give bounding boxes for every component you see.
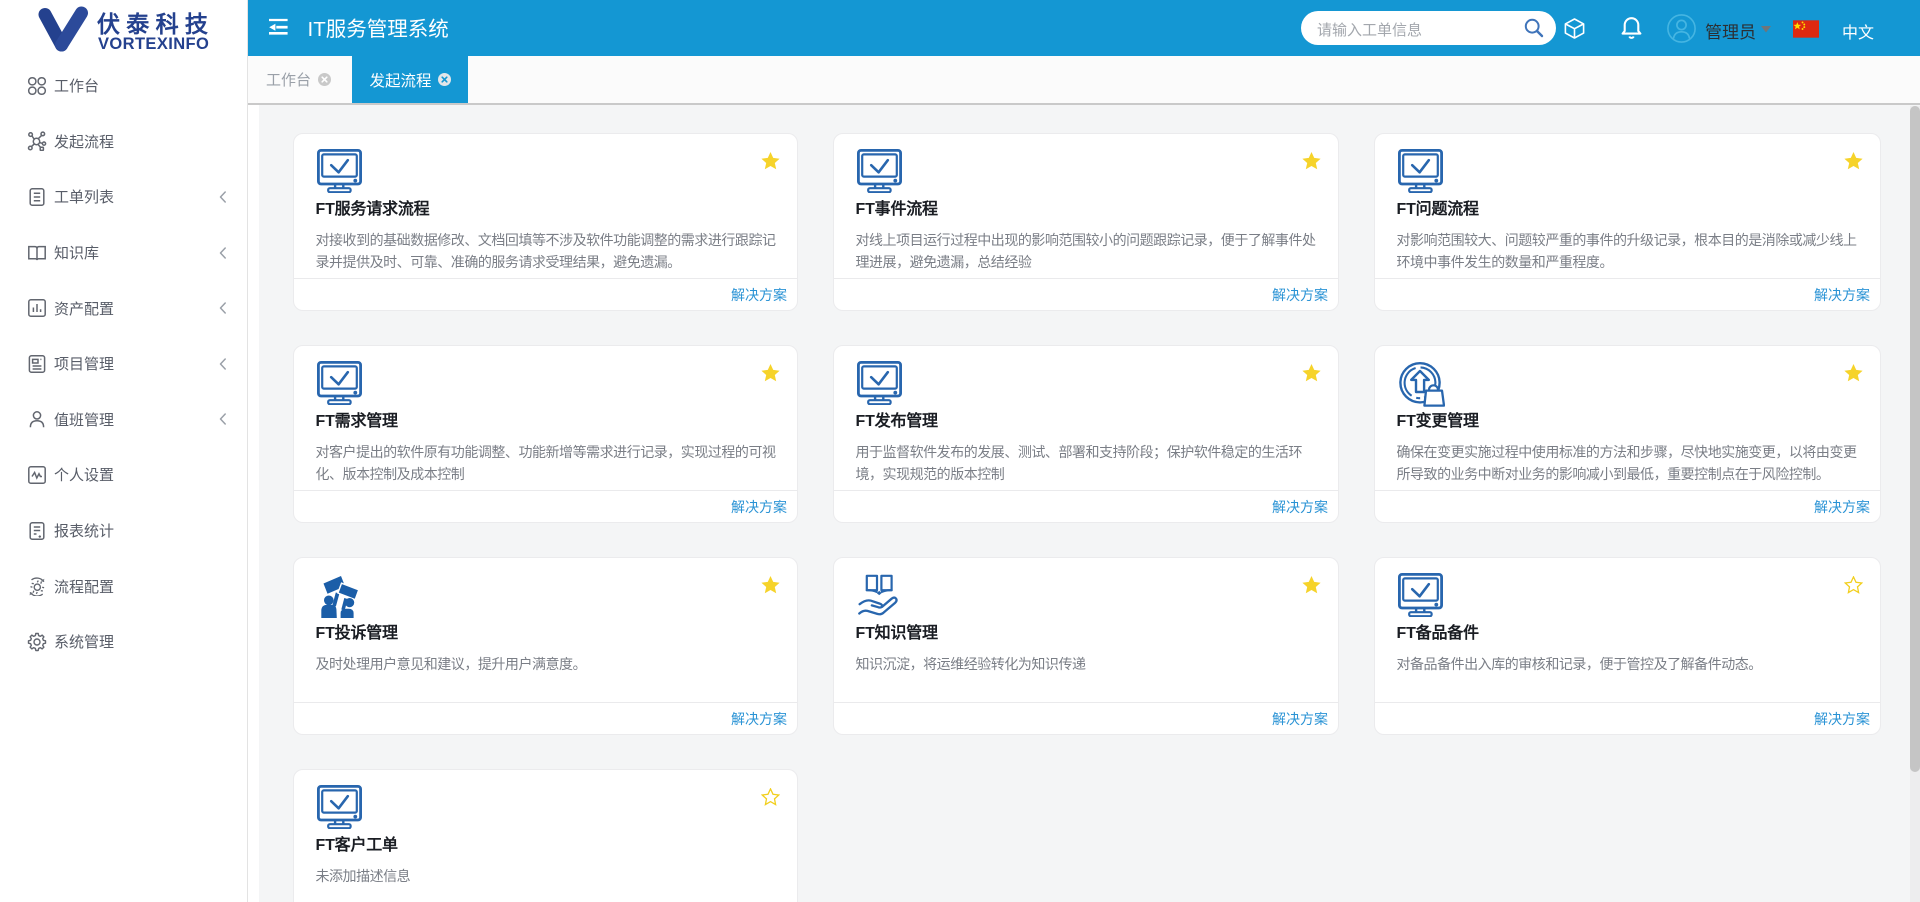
svg-text:VORTEXINFO: VORTEXINFO — [98, 35, 209, 53]
svg-text:伏泰科技: 伏泰科技 — [97, 11, 214, 37]
